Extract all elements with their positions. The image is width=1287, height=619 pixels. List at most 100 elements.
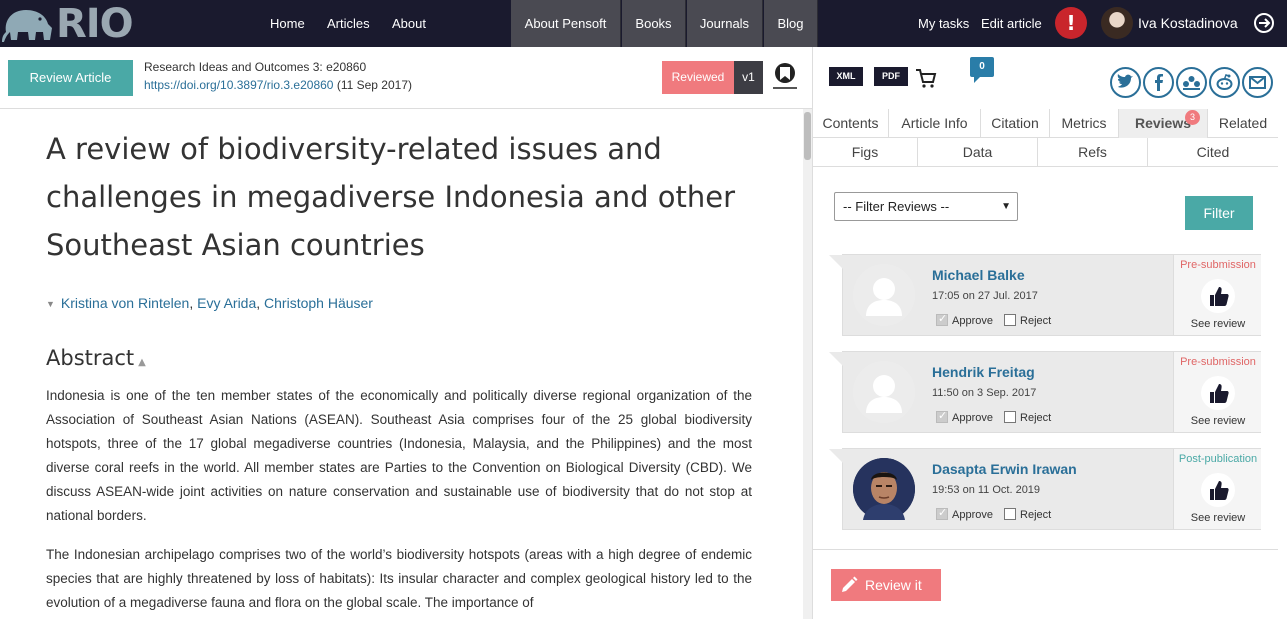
alert-icon[interactable]: ! xyxy=(1055,7,1087,39)
review-decision: Approve Reject xyxy=(936,312,1051,327)
see-review-button[interactable] xyxy=(1201,279,1235,313)
tab-figs[interactable]: Figs xyxy=(813,138,918,167)
comments-count-icon[interactable]: 0 xyxy=(970,57,994,83)
tab-article-info[interactable]: Article Info xyxy=(889,109,981,138)
logo-text: RIO xyxy=(56,1,134,47)
review-card: Michael Balke 17:05 on 27 Jul. 2017 Appr… xyxy=(829,254,1261,336)
mendeley-icon[interactable] xyxy=(1176,67,1207,98)
author-link[interactable]: Evy Arida xyxy=(197,295,256,311)
email-icon[interactable] xyxy=(1242,67,1273,98)
publication-date: (11 Sep 2017) xyxy=(336,78,412,92)
nav-home[interactable]: Home xyxy=(270,0,305,47)
thumbs-up-icon xyxy=(1210,287,1229,306)
review-side: Pre-submission See review xyxy=(1173,352,1261,432)
tab-contents[interactable]: Contents xyxy=(813,109,889,138)
pencil-icon xyxy=(842,576,858,592)
author-link[interactable]: Christoph Häuser xyxy=(264,295,373,311)
filter-reviews-select[interactable]: -- Filter Reviews -- ▼ xyxy=(834,192,1018,221)
reviewed-badge[interactable]: Reviewed xyxy=(662,61,734,94)
xml-download-button[interactable]: XML xyxy=(829,67,863,86)
nav-tab-journals[interactable]: Journals xyxy=(687,0,763,47)
caret-down-icon[interactable]: ▼ xyxy=(46,299,55,309)
reviews-count-badge: 3 xyxy=(1185,110,1200,125)
filter-button[interactable]: Filter xyxy=(1185,196,1253,230)
user-avatar[interactable] xyxy=(1101,7,1133,39)
tab-cited[interactable]: Cited xyxy=(1148,138,1278,167)
panel-tabs: Contents Article Info Citation Metrics R… xyxy=(813,109,1278,138)
nav-tab-blog[interactable]: Blog xyxy=(764,0,818,47)
review-card: Hendrik Freitag 11:50 on 3 Sep. 2017 App… xyxy=(829,351,1261,433)
logout-icon[interactable] xyxy=(1253,12,1275,34)
nav-tab-about-pensoft[interactable]: About Pensoft xyxy=(511,0,621,47)
review-article-button[interactable]: Review Article xyxy=(8,60,133,96)
review-side: Post-publication See review xyxy=(1173,449,1261,529)
abstract-heading[interactable]: Abstract ▲ xyxy=(46,346,146,370)
tab-related[interactable]: Related xyxy=(1208,109,1278,138)
review-decision: Approve Reject xyxy=(936,506,1051,521)
see-review-link[interactable]: See review xyxy=(1174,318,1262,330)
reviewer-avatar xyxy=(853,361,915,423)
abstract-paragraph: The Indonesian archipelago comprises two… xyxy=(46,547,752,610)
reviewer-avatar xyxy=(853,458,915,520)
reviewer-avatar xyxy=(853,264,915,326)
user-placeholder-icon xyxy=(866,375,902,413)
version-badge[interactable]: v1 xyxy=(734,61,763,94)
cart-icon[interactable] xyxy=(915,67,937,89)
review-side: Pre-submission See review xyxy=(1173,255,1261,335)
tab-citation[interactable]: Citation xyxy=(981,109,1050,138)
see-review-button[interactable] xyxy=(1201,473,1235,507)
review-date: 19:53 on 11 Oct. 2019 xyxy=(932,484,1041,496)
tab-refs[interactable]: Refs xyxy=(1038,138,1148,167)
reject-checkbox[interactable] xyxy=(1004,314,1017,326)
see-review-link[interactable]: See review xyxy=(1174,512,1262,524)
review-it-button[interactable]: Review it xyxy=(831,569,941,601)
tab-metrics[interactable]: Metrics xyxy=(1050,109,1119,138)
abstract-paragraph: Indonesia is one of the ten member state… xyxy=(46,388,752,523)
user-name[interactable]: Iva Kostadinova xyxy=(1138,0,1238,47)
nav-articles[interactable]: Articles xyxy=(327,0,370,47)
side-panel: Contents Article Info Citation Metrics R… xyxy=(812,109,1287,619)
scrollbar-thumb[interactable] xyxy=(804,112,811,160)
nav-about[interactable]: About xyxy=(392,0,426,47)
approve-checkbox[interactable] xyxy=(936,312,948,326)
approve-checkbox[interactable] xyxy=(936,409,948,423)
twitter-icon[interactable] xyxy=(1110,67,1141,98)
doi-line: https://doi.org/10.3897/rio.3.e20860 (11… xyxy=(144,78,412,92)
crossmark-icon[interactable] xyxy=(770,61,800,95)
thumbs-up-icon xyxy=(1210,384,1229,403)
review-date: 17:05 on 27 Jul. 2017 xyxy=(932,290,1038,302)
facebook-icon[interactable] xyxy=(1143,67,1174,98)
review-stage: Post-publication xyxy=(1178,453,1258,465)
caret-up-icon[interactable]: ▲ xyxy=(138,357,146,368)
article-title: A review of biodiversity-related issues … xyxy=(46,132,735,262)
user-placeholder-icon xyxy=(866,278,902,316)
see-review-button[interactable] xyxy=(1201,376,1235,410)
top-nav: RIO Home Articles About About Pensoft Bo… xyxy=(0,0,1287,47)
reject-checkbox[interactable] xyxy=(1004,508,1017,520)
nav-tab-books[interactable]: Books xyxy=(622,0,686,47)
author-link[interactable]: Kristina von Rintelen xyxy=(61,295,189,311)
tab-data[interactable]: Data xyxy=(918,138,1038,167)
site-logo[interactable]: RIO xyxy=(0,1,150,47)
reviewer-name[interactable]: Michael Balke xyxy=(932,267,1025,283)
review-stage: Pre-submission xyxy=(1180,356,1256,368)
my-tasks-link[interactable]: My tasks xyxy=(918,0,969,47)
article-tools: XML PDF 0 xyxy=(812,47,1287,109)
reviewer-name[interactable]: Hendrik Freitag xyxy=(932,364,1035,380)
thumbs-up-icon xyxy=(1210,481,1229,500)
reject-checkbox[interactable] xyxy=(1004,411,1017,423)
reddit-icon[interactable] xyxy=(1209,67,1240,98)
author-list: ▼ Kristina von Rintelen, Evy Arida, Chris… xyxy=(46,295,373,311)
doi-link[interactable]: https://doi.org/10.3897/rio.3.e20860 xyxy=(144,78,333,92)
chevron-down-icon: ▼ xyxy=(1001,201,1011,212)
article-scrollbar[interactable] xyxy=(803,109,812,619)
edit-article-link[interactable]: Edit article xyxy=(981,0,1042,47)
review-decision: Approve Reject xyxy=(936,409,1051,424)
see-review-link[interactable]: See review xyxy=(1174,415,1262,427)
approve-checkbox[interactable] xyxy=(936,506,948,520)
article-body: A review of biodiversity-related issues … xyxy=(0,109,800,619)
elephant-logo-icon xyxy=(2,10,52,42)
reviewer-name[interactable]: Dasapta Erwin Irawan xyxy=(932,461,1077,477)
article-subheader: Review Article Research Ideas and Outcom… xyxy=(0,47,812,109)
pdf-download-button[interactable]: PDF xyxy=(874,67,908,86)
